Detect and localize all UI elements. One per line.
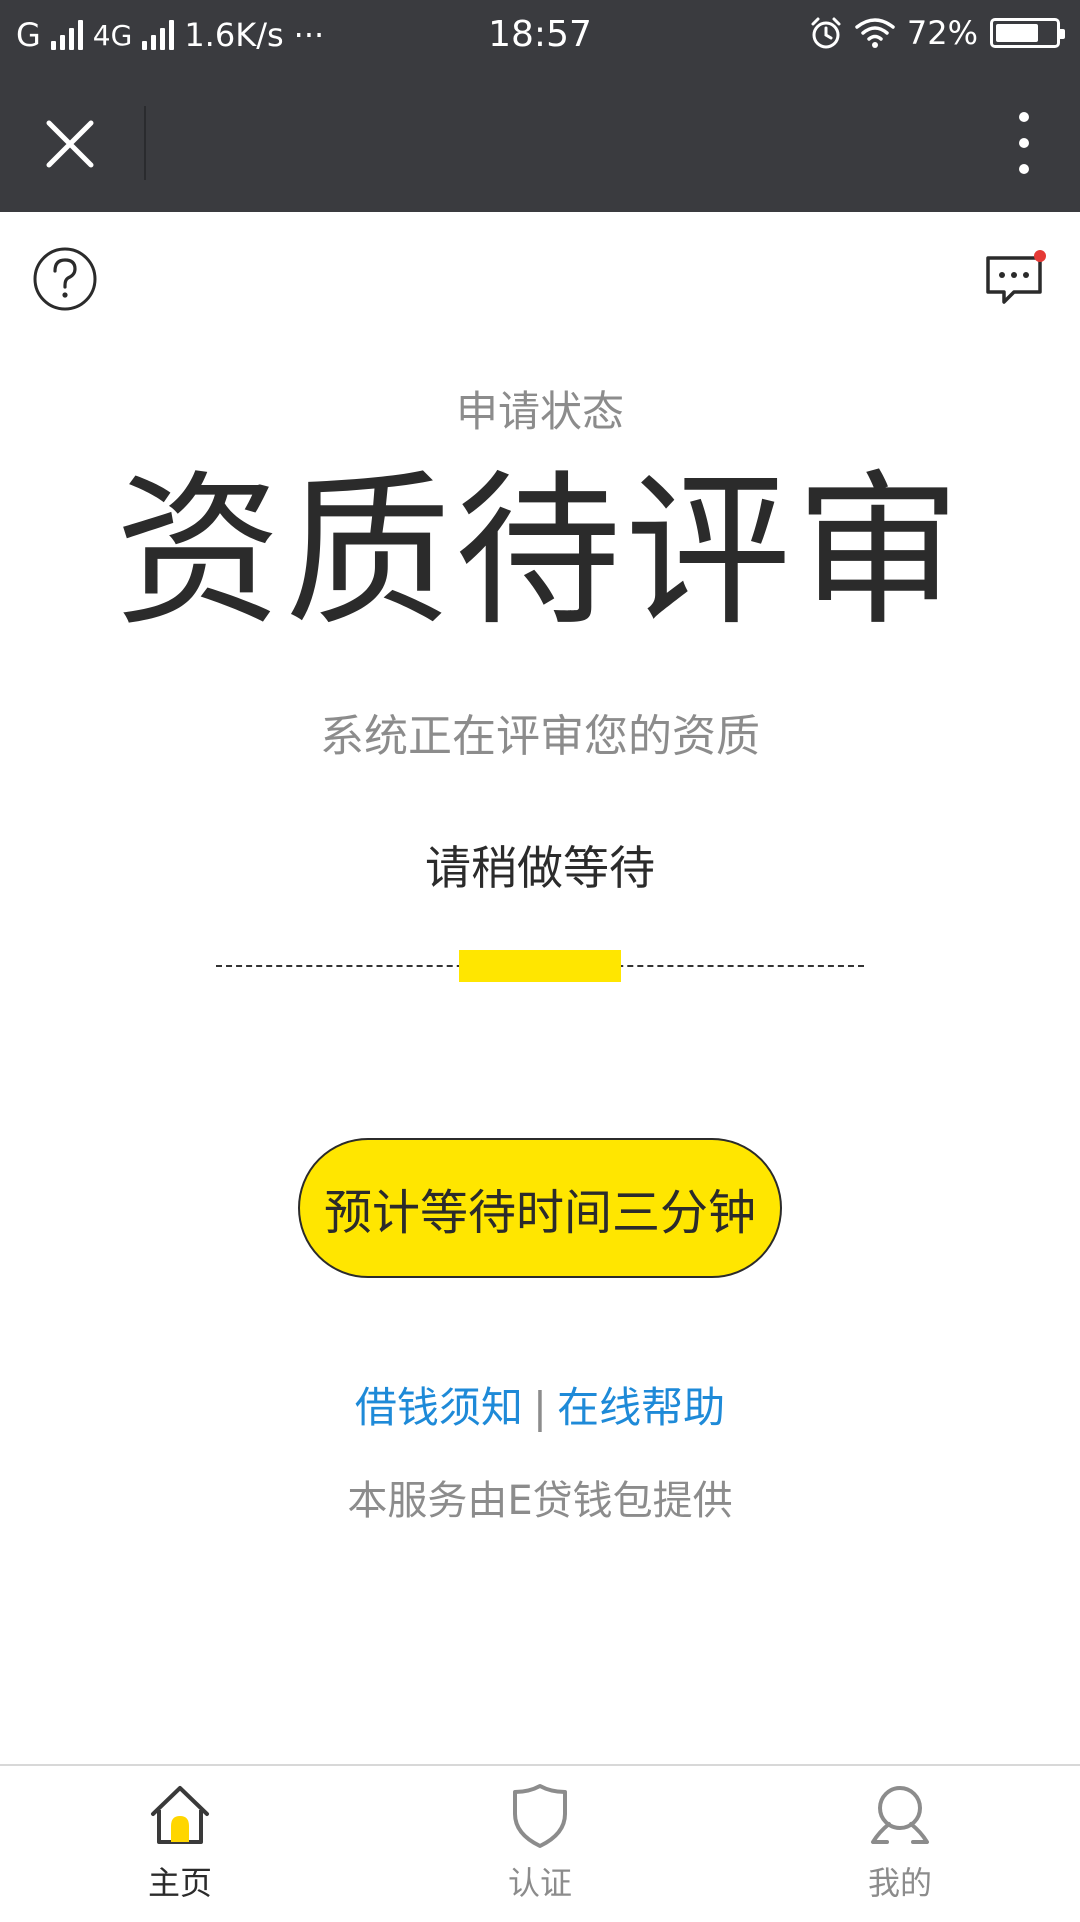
status-bar: G 4G 1.6K/s ··· 18:57 72% — [0, 0, 1080, 74]
battery-icon — [990, 18, 1065, 48]
status-title: 资质待评审 — [115, 456, 965, 649]
chat-icon — [986, 250, 1046, 304]
close-icon — [46, 120, 94, 168]
progress-indicator — [216, 950, 864, 982]
battery-percent: 72% — [906, 14, 978, 52]
home-icon — [151, 1786, 209, 1844]
loan-notice-link[interactable]: 借钱须知 — [355, 1383, 523, 1432]
links-row: 借钱须知 | 在线帮助 — [0, 1374, 1080, 1435]
tab-verify[interactable]: 认证 — [440, 1766, 640, 1922]
tab-label-home: 主页 — [147, 1864, 212, 1902]
alarm-icon — [811, 17, 841, 49]
online-help-link[interactable]: 在线帮助 — [557, 1383, 725, 1432]
user-icon — [871, 1786, 929, 1844]
status-right: 72% — [809, 14, 1065, 52]
message-button[interactable] — [984, 248, 1046, 310]
wait-time-button[interactable]: 预计等待时间三分钟 — [298, 1138, 782, 1278]
wifi-icon — [855, 18, 895, 48]
wait-text: 请稍做等待 — [425, 841, 655, 895]
more-menu-button[interactable] — [1004, 108, 1044, 178]
close-button[interactable] — [40, 114, 100, 174]
tab-home[interactable]: 主页 — [80, 1766, 280, 1922]
help-button[interactable] — [32, 246, 98, 312]
provider-text: 本服务由E贷钱包提供 — [347, 1478, 733, 1524]
progress-bar — [459, 950, 621, 982]
link-separator: | — [532, 1383, 548, 1432]
status-label: 申请状态 — [455, 387, 624, 436]
tab-label-mine: 我的 — [867, 1864, 932, 1902]
shield-icon — [513, 1784, 567, 1848]
tab-mine[interactable]: 我的 — [800, 1766, 1000, 1922]
nav-bar — [0, 74, 1080, 212]
tab-label-verify: 认证 — [507, 1864, 572, 1902]
nav-divider — [144, 106, 146, 180]
question-icon — [33, 247, 97, 311]
more-dots-icon — [1019, 112, 1029, 122]
tab-bar: 主页 认证 我的 — [0, 1764, 1080, 1920]
notification-dot — [1034, 250, 1046, 262]
status-description: 系统正在评审您的资质 — [320, 711, 760, 762]
